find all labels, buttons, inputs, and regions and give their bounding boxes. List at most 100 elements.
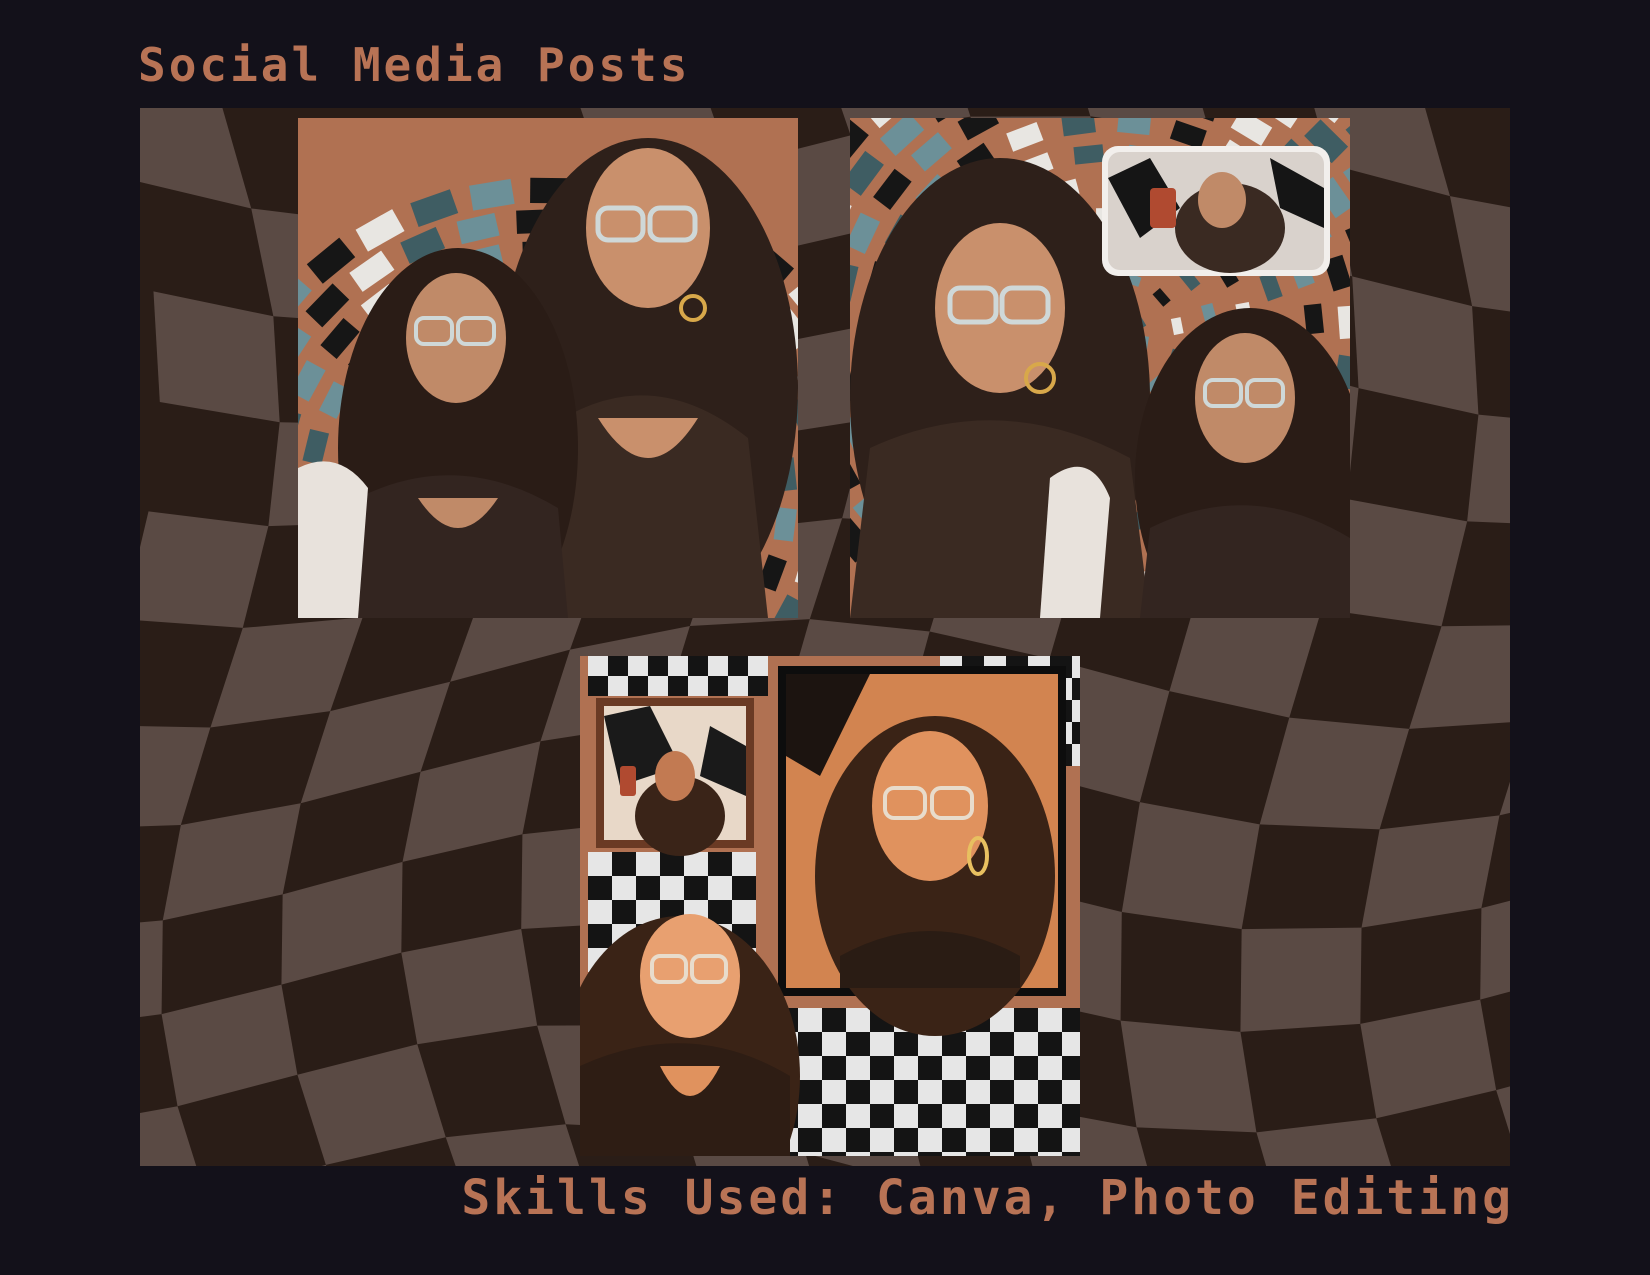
pixel-tile bbox=[1038, 1080, 1062, 1104]
pixel-tile bbox=[612, 876, 636, 900]
pixel-tile bbox=[1062, 1128, 1080, 1152]
pixel-tile bbox=[990, 1128, 1014, 1152]
pixel-tile bbox=[966, 1104, 990, 1128]
pixel-tile bbox=[798, 1056, 822, 1080]
pixel-tile bbox=[1062, 1152, 1080, 1156]
showcase-board bbox=[140, 108, 1510, 1166]
pixel-tile bbox=[894, 1032, 918, 1056]
pixel-tile bbox=[990, 1032, 1014, 1056]
pixel-tile bbox=[748, 676, 768, 696]
post-3-image bbox=[580, 656, 1080, 1156]
checker-tile bbox=[140, 920, 163, 1018]
pixel-tile bbox=[942, 1128, 966, 1152]
pixel-tile bbox=[588, 852, 612, 876]
pixel-tile bbox=[846, 1152, 870, 1156]
pixel-tile bbox=[748, 656, 768, 676]
pixel-tile bbox=[728, 676, 748, 696]
pixel-tile bbox=[636, 876, 660, 900]
pixel-tile bbox=[588, 656, 608, 676]
pixel-tile bbox=[822, 1104, 846, 1128]
skills-caption: Skills Used: Canva, Photo Editing bbox=[461, 1170, 1514, 1226]
pixel-tile bbox=[1072, 678, 1080, 700]
checker-tile bbox=[1121, 802, 1260, 930]
pixel-tile bbox=[608, 676, 628, 696]
pixel-tile bbox=[668, 676, 688, 696]
swirl-tile bbox=[1303, 303, 1325, 335]
pixel-tile bbox=[870, 1032, 894, 1056]
pixel-tile bbox=[870, 1152, 894, 1156]
pixel-tile bbox=[846, 1032, 870, 1056]
pixel-tile bbox=[1038, 1008, 1062, 1032]
pixel-tile bbox=[1014, 1032, 1038, 1056]
pixel-tile bbox=[990, 1056, 1014, 1080]
pixel-tile bbox=[870, 1056, 894, 1080]
pixel-tile bbox=[1014, 1056, 1038, 1080]
pixel-tile bbox=[798, 1152, 822, 1156]
pixel-tile bbox=[1072, 744, 1080, 766]
pixel-tile bbox=[608, 656, 628, 676]
pixel-tile bbox=[990, 1152, 1014, 1156]
pixel-tile bbox=[894, 1128, 918, 1152]
pixel-tile bbox=[966, 1056, 990, 1080]
pixel-tile bbox=[648, 656, 668, 676]
social-post-1[interactable] bbox=[298, 118, 798, 618]
pixel-tile bbox=[688, 676, 708, 696]
pixel-tile bbox=[1062, 1008, 1080, 1032]
post-1-image bbox=[298, 118, 798, 618]
pixel-tile bbox=[798, 1032, 822, 1056]
pixel-tile bbox=[1038, 1152, 1062, 1156]
pixel-tile bbox=[1014, 1128, 1038, 1152]
pixel-tile bbox=[894, 1056, 918, 1080]
pixel-tile bbox=[942, 1080, 966, 1104]
pixel-tile bbox=[894, 1080, 918, 1104]
pixel-tile bbox=[918, 1152, 942, 1156]
pixel-tile bbox=[1038, 1104, 1062, 1128]
pixel-tile bbox=[870, 1104, 894, 1128]
pixel-tile bbox=[1072, 656, 1080, 678]
pixel-tile bbox=[846, 1056, 870, 1080]
pixel-tile bbox=[668, 656, 688, 676]
social-post-2[interactable] bbox=[850, 118, 1350, 618]
pixel-tile bbox=[1014, 1152, 1038, 1156]
pixel-tile bbox=[612, 900, 636, 924]
pixel-tile bbox=[822, 1056, 846, 1080]
pixel-tile bbox=[588, 876, 612, 900]
pixel-tile bbox=[846, 1104, 870, 1128]
collage-photo-small bbox=[596, 698, 754, 856]
pixel-tile bbox=[1038, 1056, 1062, 1080]
collage-photo-large bbox=[778, 666, 1066, 1036]
pixel-tile bbox=[688, 656, 708, 676]
pixel-tile bbox=[1014, 1008, 1038, 1032]
pixel-tile bbox=[966, 1152, 990, 1156]
pixel-tile bbox=[628, 656, 648, 676]
pixel-tile bbox=[942, 1104, 966, 1128]
pixel-tile bbox=[966, 1032, 990, 1056]
pixel-tile bbox=[1038, 1128, 1062, 1152]
pixel-tile bbox=[684, 876, 708, 900]
pixel-tile bbox=[918, 1056, 942, 1080]
pixel-tile bbox=[708, 676, 728, 696]
checker-tile bbox=[1120, 1020, 1257, 1133]
pixel-tile bbox=[732, 852, 756, 876]
pixel-tile bbox=[1072, 700, 1080, 722]
pixel-tile bbox=[918, 1104, 942, 1128]
pixel-tile bbox=[822, 1128, 846, 1152]
pixel-tile bbox=[918, 1080, 942, 1104]
social-post-3[interactable] bbox=[580, 656, 1080, 1156]
pixel-tile bbox=[708, 656, 728, 676]
pixel-tile bbox=[942, 1032, 966, 1056]
pixel-tile bbox=[1062, 1080, 1080, 1104]
pixel-tile bbox=[684, 852, 708, 876]
pixel-tile bbox=[846, 1128, 870, 1152]
pixel-tile bbox=[732, 900, 756, 924]
pixel-tile bbox=[1062, 1104, 1080, 1128]
pixel-tile bbox=[990, 1104, 1014, 1128]
pixel-tile bbox=[894, 1152, 918, 1156]
pixel-tile bbox=[798, 1080, 822, 1104]
pixel-tile bbox=[588, 900, 612, 924]
pixel-tile bbox=[636, 852, 660, 876]
pixel-tile bbox=[588, 924, 612, 948]
pixel-tile bbox=[870, 1128, 894, 1152]
pixel-tile bbox=[1072, 722, 1080, 744]
pixel-tile bbox=[628, 676, 648, 696]
